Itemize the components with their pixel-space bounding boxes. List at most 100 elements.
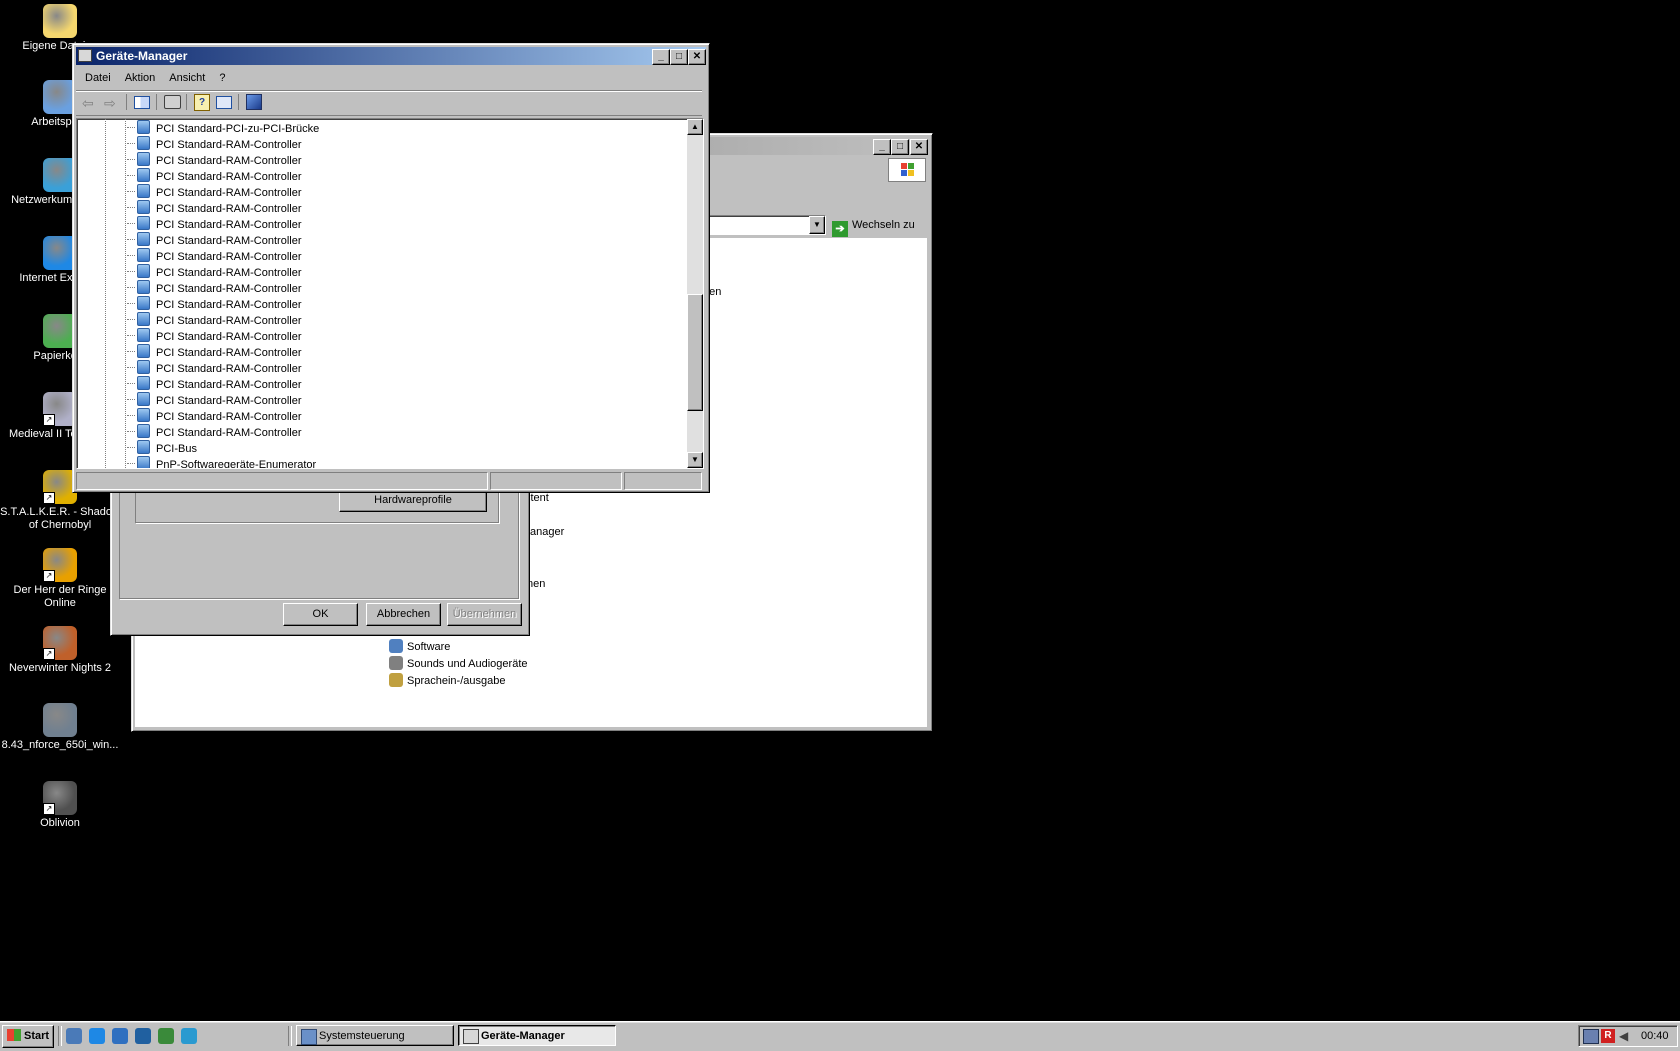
tree-connector bbox=[127, 431, 135, 432]
device-list: PCI Standard-PCI-zu-PCI-Brücke PCI Standa… bbox=[127, 120, 687, 468]
print-icon[interactable] bbox=[164, 95, 181, 109]
minimize-button[interactable]: _ bbox=[652, 49, 670, 65]
software-icon bbox=[389, 639, 403, 653]
tree-item[interactable]: PCI Standard-RAM-Controller bbox=[127, 184, 302, 199]
menu-item[interactable]: Datei bbox=[85, 72, 111, 84]
menu-item[interactable]: Aktion bbox=[125, 72, 156, 84]
tree-item[interactable]: PCI Standard-RAM-Controller bbox=[127, 312, 302, 327]
desktop-icon[interactable]: 8.43_nforce_650i_win... bbox=[0, 703, 120, 752]
tree-item-label: PCI Standard-RAM-Controller bbox=[156, 171, 302, 183]
start-button[interactable]: Start bbox=[2, 1025, 54, 1048]
menu-bar: Datei Aktion Ansicht? bbox=[85, 70, 239, 86]
tree-connector bbox=[127, 351, 135, 352]
ok-button[interactable]: OK bbox=[283, 603, 358, 626]
scroll-thumb[interactable] bbox=[687, 294, 703, 411]
desktop-icon-label: Neverwinter Nights 2 bbox=[8, 662, 112, 674]
minimize-button[interactable]: _ bbox=[873, 139, 891, 155]
tree-item[interactable]: PCI-Bus bbox=[127, 440, 197, 455]
speech-icon bbox=[389, 673, 403, 687]
tree-connector bbox=[127, 415, 135, 416]
forward-icon[interactable]: ⇨ bbox=[104, 95, 116, 112]
antivirus-tray-icon[interactable]: R bbox=[1601, 1029, 1615, 1043]
tree-item[interactable]: PCI Standard-RAM-Controller bbox=[127, 328, 302, 343]
menu-item[interactable]: Ansicht bbox=[169, 72, 205, 84]
shortcut-arrow-icon: ↗ bbox=[43, 803, 55, 815]
device-icon bbox=[137, 280, 150, 294]
maximize-button[interactable]: □ bbox=[891, 139, 909, 155]
device-icon bbox=[137, 168, 150, 182]
tree-item[interactable]: PCI Standard-RAM-Controller bbox=[127, 248, 302, 263]
eye-game-icon: ↗ bbox=[43, 626, 77, 660]
task-label: Geräte-Manager bbox=[481, 1030, 565, 1042]
vertical-scrollbar[interactable]: ▲ ▼ bbox=[687, 119, 703, 468]
menu-item[interactable]: ? bbox=[219, 72, 225, 84]
tree-item-label: PCI Standard-RAM-Controller bbox=[156, 379, 302, 391]
scan-hardware-icon[interactable] bbox=[246, 94, 262, 110]
tree-item[interactable]: PCI Standard-RAM-Controller bbox=[127, 360, 302, 375]
show-desktop-icon[interactable] bbox=[66, 1028, 82, 1044]
cancel-button[interactable]: Abbrechen bbox=[366, 603, 441, 626]
device-tree-view[interactable]: PCI Standard-PCI-zu-PCI-Brücke PCI Standa… bbox=[76, 118, 704, 469]
device-icon bbox=[137, 296, 150, 310]
tree-item[interactable]: PCI Standard-RAM-Controller bbox=[127, 424, 302, 439]
desktop-icon[interactable]: ↗ Oblivion bbox=[0, 781, 120, 830]
properties-help-icon[interactable]: ? bbox=[194, 94, 210, 111]
go-button[interactable]: ➔ Wechseln zu bbox=[832, 215, 928, 237]
speaker-tray-icon[interactable]: ◀ bbox=[1619, 1029, 1633, 1043]
control-panel-item[interactable]: Software bbox=[389, 639, 450, 655]
tree-item[interactable]: PCI Standard-RAM-Controller bbox=[127, 376, 302, 391]
clock[interactable]: 00:40 bbox=[1641, 1029, 1669, 1043]
show-hide-tree-icon[interactable] bbox=[134, 96, 150, 109]
spreadsheet-icon[interactable] bbox=[158, 1028, 174, 1044]
browser-icon[interactable] bbox=[181, 1028, 197, 1044]
tree-item[interactable]: PCI Standard-RAM-Controller bbox=[127, 200, 302, 215]
tree-item-label: PCI Standard-RAM-Controller bbox=[156, 219, 302, 231]
desktop-icon-label: Oblivion bbox=[40, 817, 80, 829]
ie-quicklaunch-icon[interactable] bbox=[89, 1028, 105, 1044]
tree-item[interactable]: PCI Standard-RAM-Controller bbox=[127, 344, 302, 359]
tree-item[interactable]: PCI Standard-RAM-Controller bbox=[127, 392, 302, 407]
media-player-icon[interactable] bbox=[112, 1028, 128, 1044]
tree-item-label: PCI Standard-RAM-Controller bbox=[156, 187, 302, 199]
tree-item[interactable]: PCI Standard-PCI-zu-PCI-Brücke bbox=[127, 120, 319, 135]
tree-connector bbox=[127, 207, 135, 208]
tree-item[interactable]: PCI Standard-RAM-Controller bbox=[127, 296, 302, 311]
apply-button[interactable]: Übernehmen bbox=[447, 603, 522, 626]
tree-item[interactable]: PCI Standard-RAM-Controller bbox=[127, 408, 302, 423]
control-panel-icon bbox=[301, 1029, 317, 1045]
tree-item-label: PCI Standard-RAM-Controller bbox=[156, 235, 302, 247]
task-device-manager[interactable]: Geräte-Manager bbox=[458, 1025, 616, 1046]
tree-item[interactable]: PCI Standard-RAM-Controller bbox=[127, 232, 302, 247]
device-icon bbox=[137, 136, 150, 150]
tree-item[interactable]: PCI Standard-RAM-Controller bbox=[127, 280, 302, 295]
control-panel-item[interactable]: Sprachein-/ausgabe bbox=[389, 673, 505, 689]
device-manager-titlebar[interactable]: Geräte-Manager _ □ ✕ bbox=[76, 47, 706, 65]
maximize-button[interactable]: □ bbox=[670, 49, 688, 65]
device-icon bbox=[137, 312, 150, 326]
network-tray-icon[interactable] bbox=[1583, 1029, 1599, 1044]
tree-item[interactable]: PCI Standard-RAM-Controller bbox=[127, 136, 302, 151]
tree-item[interactable]: PnP-Softwaregeräte-Enumerator bbox=[127, 456, 316, 468]
properties-icon[interactable] bbox=[216, 96, 232, 109]
chevron-down-icon[interactable]: ▼ bbox=[809, 216, 825, 234]
tree-item[interactable]: PCI Standard-RAM-Controller bbox=[127, 216, 302, 231]
tree-item-label: PCI Standard-RAM-Controller bbox=[156, 411, 302, 423]
tree-connector bbox=[127, 175, 135, 176]
tree-item[interactable]: PCI Standard-RAM-Controller bbox=[127, 168, 302, 183]
device-manager-window[interactable]: Geräte-Manager _ □ ✕ Datei Aktion Ansicht?… bbox=[72, 43, 710, 493]
close-button[interactable]: ✕ bbox=[688, 49, 706, 65]
task-systemsteuerung[interactable]: Systemsteuerung bbox=[296, 1025, 454, 1046]
desktop-icon[interactable]: ↗ Neverwinter Nights 2 bbox=[0, 626, 120, 675]
desktop-icon[interactable]: ↗ Der Herr der Ringe Online bbox=[0, 548, 120, 610]
tree-item[interactable]: PCI Standard-RAM-Controller bbox=[127, 152, 302, 167]
close-button[interactable]: ✕ bbox=[910, 139, 928, 155]
device-icon bbox=[137, 232, 150, 246]
back-icon[interactable]: ⇦ bbox=[82, 95, 94, 112]
device-icon bbox=[137, 424, 150, 438]
tree-connector bbox=[127, 127, 135, 128]
scroll-up-icon[interactable]: ▲ bbox=[687, 119, 703, 135]
launch-icon[interactable] bbox=[135, 1028, 151, 1044]
scroll-down-icon[interactable]: ▼ bbox=[687, 452, 703, 468]
control-panel-item[interactable]: Sounds und Audiogeräte bbox=[389, 656, 528, 672]
tree-item[interactable]: PCI Standard-RAM-Controller bbox=[127, 264, 302, 279]
